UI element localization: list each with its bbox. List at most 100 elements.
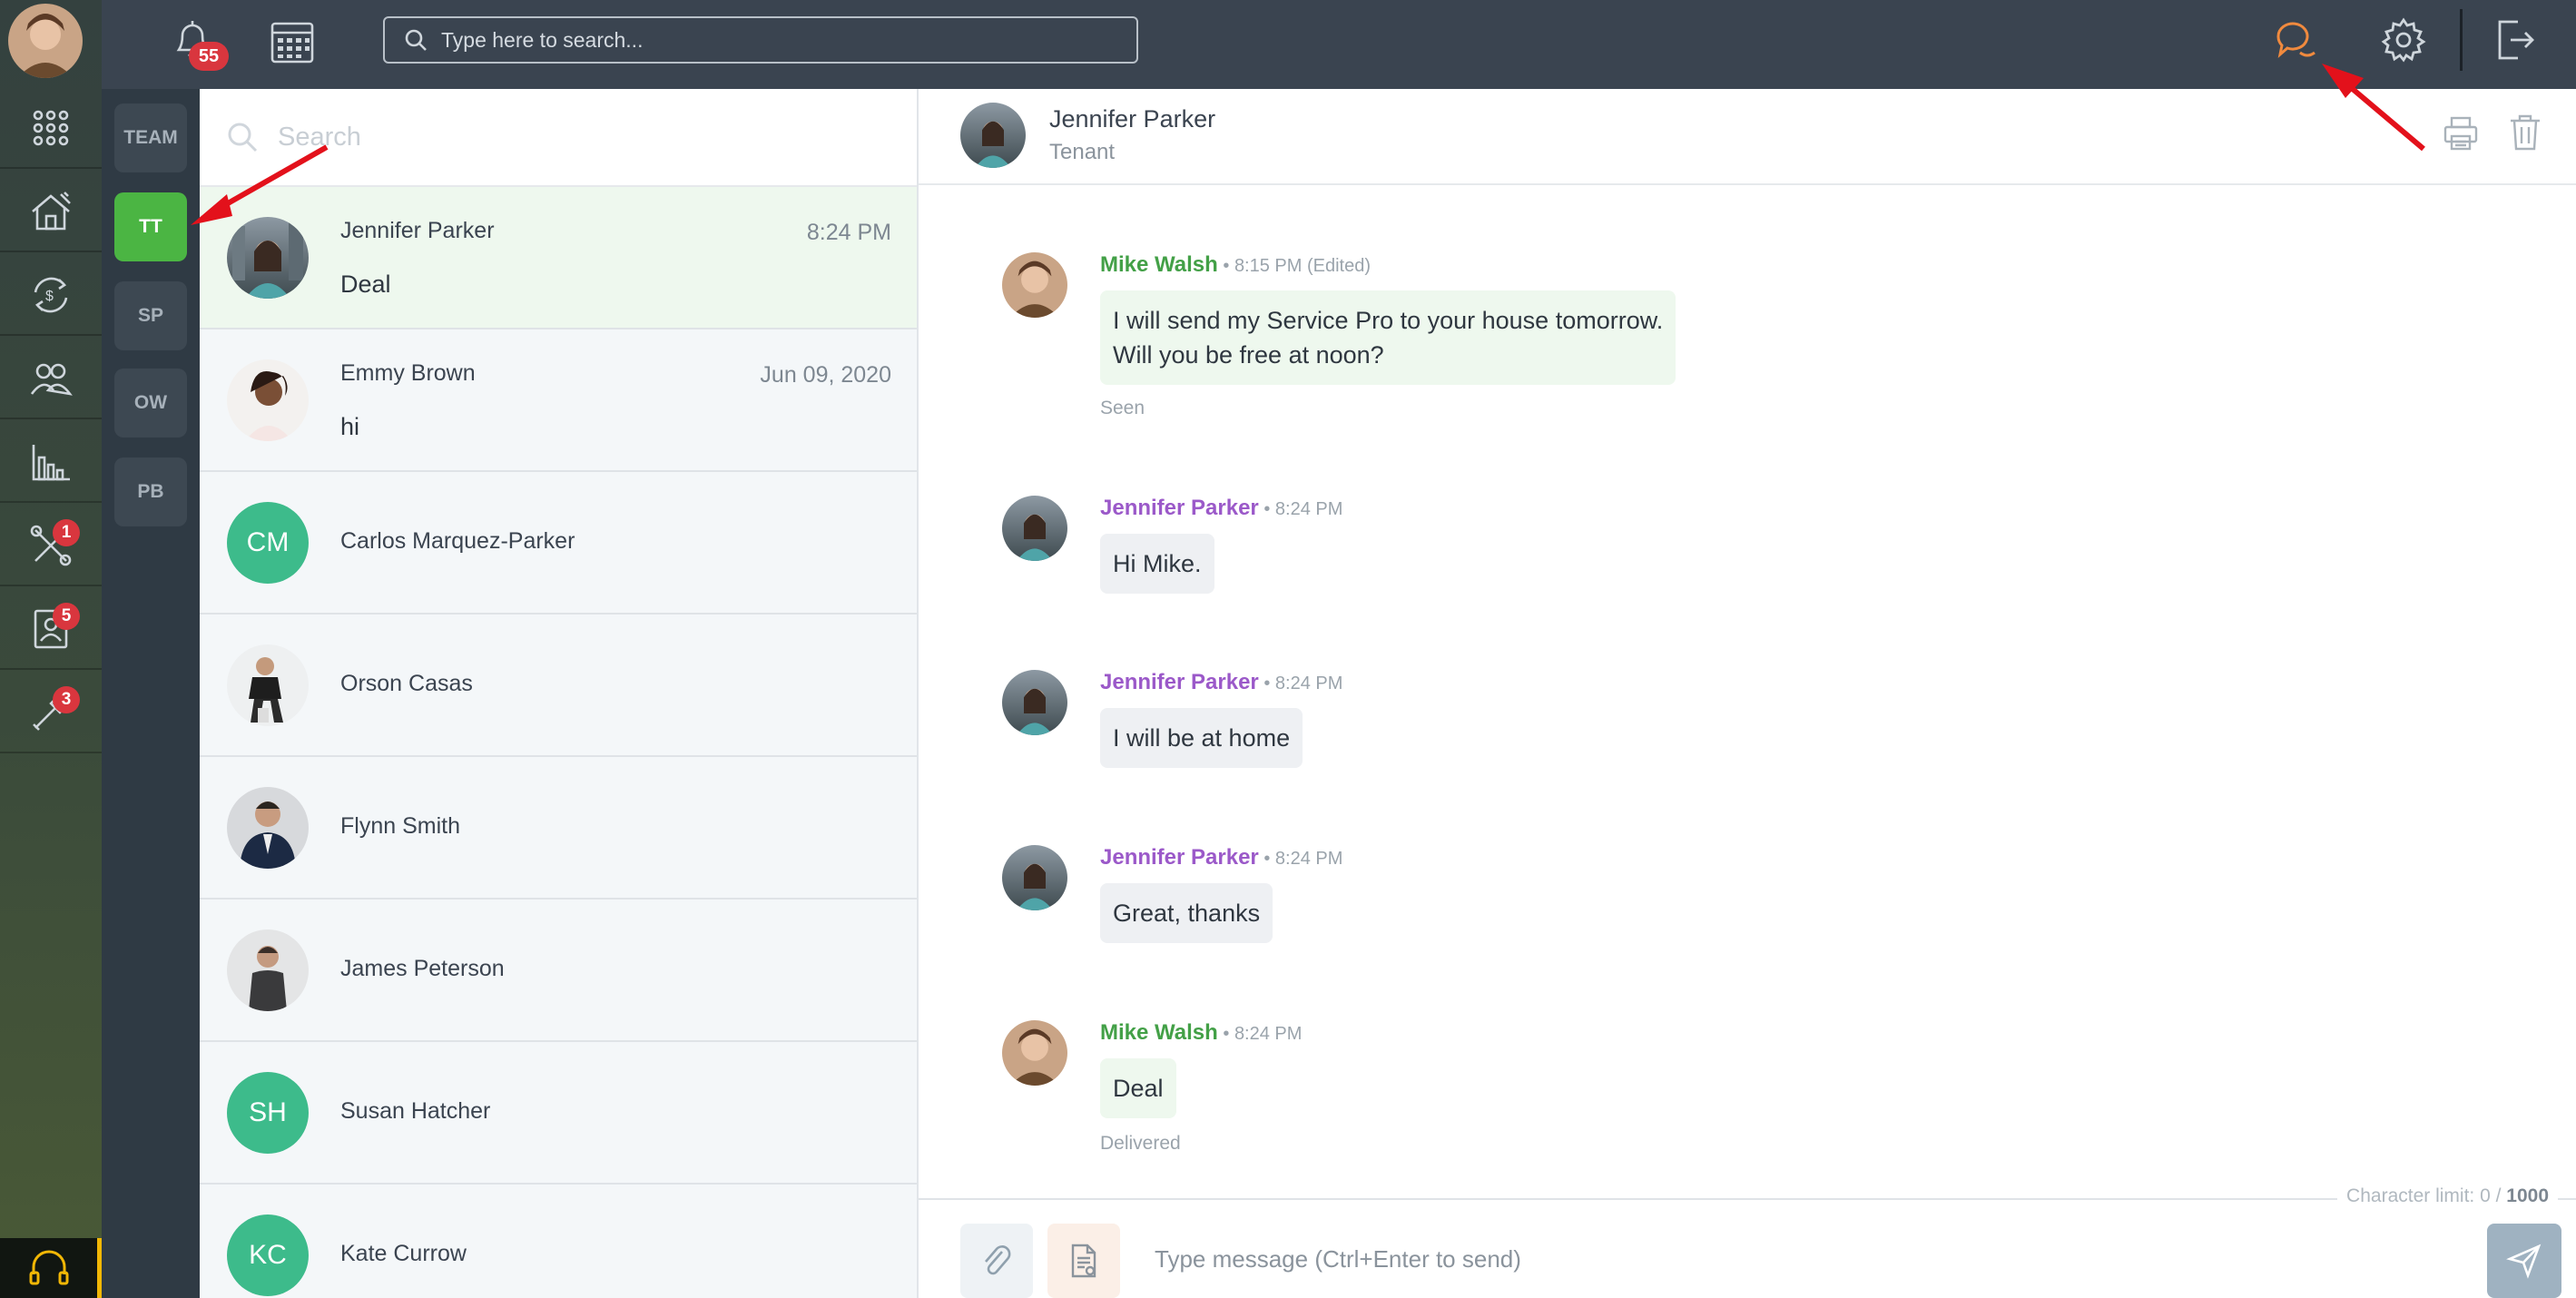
delete-trash-icon[interactable] xyxy=(2507,113,2549,154)
contact-name: Kate Currow xyxy=(340,1241,467,1266)
notifications-badge: 55 xyxy=(189,42,229,71)
message-input[interactable]: Type message (Ctrl+Enter to send) xyxy=(1155,1245,1521,1273)
contact-name: Flynn Smith xyxy=(340,813,460,839)
message-time: 8:15 PM xyxy=(1234,256,1303,276)
conversation-item[interactable]: Emmy Brown Jun 09, 2020 hi xyxy=(200,329,917,472)
contact-initials-avatar: CM xyxy=(227,502,309,584)
contact-avatar xyxy=(227,929,309,1011)
conversation-item[interactable]: KC Kate Currow xyxy=(200,1185,917,1298)
author-avatar xyxy=(1002,252,1067,318)
character-limit-max: 1000 xyxy=(2506,1185,2549,1206)
conversation-item[interactable]: Jennifer Parker 8:24 PM Deal xyxy=(200,187,917,329)
contact-name: Orson Casas xyxy=(340,671,473,696)
template-document-icon[interactable] xyxy=(1047,1224,1120,1298)
category-pb[interactable]: PB xyxy=(114,457,187,526)
reports-icon[interactable] xyxy=(0,423,102,503)
conversation-item[interactable]: Flynn Smith xyxy=(200,757,917,900)
contact-role: Tenant xyxy=(1049,140,1116,164)
category-service-pros[interactable]: SP xyxy=(114,281,187,350)
last-message: Deal xyxy=(340,270,391,298)
contact-initials-avatar: KC xyxy=(227,1214,309,1296)
author-name: Jennifer Parker xyxy=(1100,496,1259,520)
attach-paperclip-icon[interactable] xyxy=(960,1224,1033,1298)
applications-icon[interactable]: 5 xyxy=(0,590,102,670)
character-limit-label: Character limit: 0 / xyxy=(2346,1185,2502,1206)
message-meta: Mike Walsh • 8:24 PM xyxy=(1100,1020,1303,1045)
message-bubble: Deal xyxy=(1100,1058,1176,1118)
message-text-line: Will you be free at noon? xyxy=(1113,341,1384,369)
contact-initials-avatar: SH xyxy=(227,1072,309,1154)
contact-avatar xyxy=(227,359,309,441)
left-rail: $ 1 5 3 xyxy=(0,0,102,1298)
tools-icon[interactable]: 3 xyxy=(0,674,102,753)
svg-text:$: $ xyxy=(45,289,54,304)
message-meta: Jennifer Parker • 8:24 PM xyxy=(1100,845,1343,870)
maintenance-icon[interactable]: 1 xyxy=(0,506,102,586)
conversation-time: Jun 09, 2020 xyxy=(760,362,891,388)
category-team[interactable]: TEAM xyxy=(114,103,187,172)
conversation-item[interactable]: Orson Casas xyxy=(200,615,917,757)
support-headset-icon[interactable] xyxy=(0,1238,102,1298)
author-name: Mike Walsh xyxy=(1100,252,1218,277)
category-owners[interactable]: OW xyxy=(114,369,187,438)
tools-badge: 3 xyxy=(53,686,80,713)
contact-avatar xyxy=(960,103,1026,168)
search-icon xyxy=(405,29,427,51)
contact-avatar xyxy=(227,787,309,869)
contact-name: Carlos Marquez-Parker xyxy=(340,528,575,554)
edited-label: (Edited) xyxy=(1306,256,1372,276)
send-button[interactable] xyxy=(2487,1224,2561,1298)
message-bubble: I will be at home xyxy=(1100,708,1303,768)
conversation-search-input[interactable]: Search xyxy=(200,89,917,187)
global-search-placeholder: Type here to search... xyxy=(441,27,644,52)
search-icon xyxy=(228,123,258,152)
message-bubble: Hi Mike. xyxy=(1100,534,1214,594)
contact-avatar xyxy=(227,644,309,726)
author-name: Jennifer Parker xyxy=(1100,845,1259,870)
calendar-icon[interactable] xyxy=(265,15,320,69)
message-time: 8:24 PM xyxy=(1234,1024,1303,1044)
composer-divider xyxy=(919,1198,2576,1200)
logout-icon[interactable] xyxy=(2487,13,2542,67)
message-meta: Jennifer Parker • 8:24 PM xyxy=(1100,496,1343,520)
message-status: Seen xyxy=(1100,398,1145,418)
message-status: Delivered xyxy=(1100,1133,1181,1154)
apps-grid-icon[interactable] xyxy=(0,89,102,169)
properties-icon[interactable] xyxy=(0,172,102,252)
conversation-search-placeholder: Search xyxy=(278,122,361,152)
message-time: 8:24 PM xyxy=(1274,499,1343,519)
global-search-input[interactable]: Type here to search... xyxy=(383,16,1138,64)
conversation-item[interactable]: SH Susan Hatcher xyxy=(200,1042,917,1185)
category-tenants[interactable]: TT xyxy=(114,192,187,261)
message-bubble: I will send my Service Pro to your house… xyxy=(1100,290,1676,385)
maintenance-badge: 1 xyxy=(53,519,80,546)
contact-name: Jennifer Parker xyxy=(1049,105,1216,133)
author-avatar xyxy=(1002,670,1067,735)
message-text-line: I will send my Service Pro to your house… xyxy=(1113,307,1664,334)
contact-avatar xyxy=(227,217,309,299)
people-icon[interactable] xyxy=(0,339,102,419)
author-name: Jennifer Parker xyxy=(1100,670,1259,694)
message-composer: Type message (Ctrl+Enter to send) xyxy=(919,1224,2576,1298)
conversation-item[interactable]: James Peterson xyxy=(200,900,917,1042)
last-message: hi xyxy=(340,413,360,440)
conversation-time: 8:24 PM xyxy=(806,220,891,245)
contact-name: James Peterson xyxy=(340,956,505,981)
contact-name: Jennifer Parker xyxy=(340,218,495,243)
send-icon xyxy=(2506,1244,2542,1279)
contact-name: Susan Hatcher xyxy=(340,1098,491,1124)
message-meta: Jennifer Parker • 8:24 PM xyxy=(1100,670,1343,694)
top-bar: 55 Type here to search... xyxy=(102,0,2576,89)
chat-icon[interactable] xyxy=(2269,13,2324,67)
print-icon[interactable] xyxy=(2442,114,2483,156)
user-avatar[interactable] xyxy=(8,4,83,78)
chat-panel: Jennifer Parker Tenant Mike Walsh • 8:15… xyxy=(919,89,2576,1298)
payments-icon[interactable]: $ xyxy=(0,256,102,336)
author-avatar xyxy=(1002,845,1067,910)
conversation-item[interactable]: CM Carlos Marquez-Parker xyxy=(200,472,917,615)
settings-gear-icon[interactable] xyxy=(2376,13,2431,67)
character-limit: Character limit: 0 / 1000 xyxy=(2337,1185,2558,1207)
message-time: 8:24 PM xyxy=(1274,674,1343,693)
conversation-list: Search Jennifer Parker 8:24 PM Deal Emmy… xyxy=(200,89,919,1298)
contact-category-column: TEAM TT SP OW PB xyxy=(102,89,200,1298)
